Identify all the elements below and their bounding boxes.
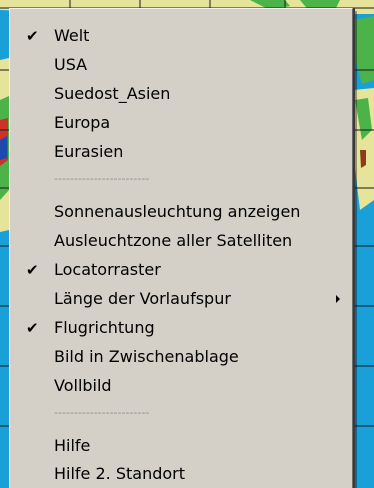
menu-separator: ------------------------ [54,172,150,185]
menu-item-label: Flugrichtung [54,318,155,337]
checkmark-icon: ✔ [26,261,39,279]
menu-item-welt[interactable]: ✔ Welt [10,23,352,49]
menu-item-ausleuchtzone[interactable]: Ausleuchtzone aller Satelliten [10,228,352,254]
menu-item-eurasien[interactable]: Eurasien [10,139,352,165]
menu-item-label: Länge der Vorlaufspur [54,289,231,308]
submenu-arrow-icon [336,295,340,303]
menu-item-flugrichtung[interactable]: ✔ Flugrichtung [10,315,352,341]
menu-item-hilfe[interactable]: Hilfe [10,433,352,459]
checkmark-icon: ✔ [26,319,39,337]
menu-item-usa[interactable]: USA [10,52,352,78]
menu-item-vorlaufspur[interactable]: Länge der Vorlaufspur [10,286,352,312]
menu-item-locatorraster[interactable]: ✔ Locatorraster [10,257,352,283]
context-menu: ✔ Welt USA Suedost_Asien Europa Eurasien… [9,8,353,488]
menu-item-label: Locatorraster [54,260,161,279]
menu-item-label: Sonnenausleuchtung anzeigen [54,202,301,221]
menu-item-label: Welt [54,26,90,45]
menu-item-zwischenablage[interactable]: Bild in Zwischenablage [10,344,352,370]
menu-item-label: USA [54,55,88,74]
menu-separator: ------------------------ [54,406,150,419]
menu-item-suedost-asien[interactable]: Suedost_Asien [10,81,352,107]
menu-item-label: Bild in Zwischenablage [54,347,239,366]
menu-item-vollbild[interactable]: Vollbild [10,373,352,399]
menu-item-label: Ausleuchtzone aller Satelliten [54,231,293,250]
menu-item-hilfe-2-standort[interactable]: Hilfe 2. Standort [10,461,352,487]
menu-item-europa[interactable]: Europa [10,110,352,136]
menu-item-label: Hilfe 2. Standort [54,464,186,483]
menu-item-label: Vollbild [54,376,112,395]
menu-item-label: Europa [54,113,111,132]
menu-item-sonnenausleuchtung[interactable]: Sonnenausleuchtung anzeigen [10,199,352,225]
menu-item-label: Hilfe [54,436,91,455]
menu-item-label: Suedost_Asien [54,84,171,103]
checkmark-icon: ✔ [26,27,39,45]
menu-item-label: Eurasien [54,142,124,161]
